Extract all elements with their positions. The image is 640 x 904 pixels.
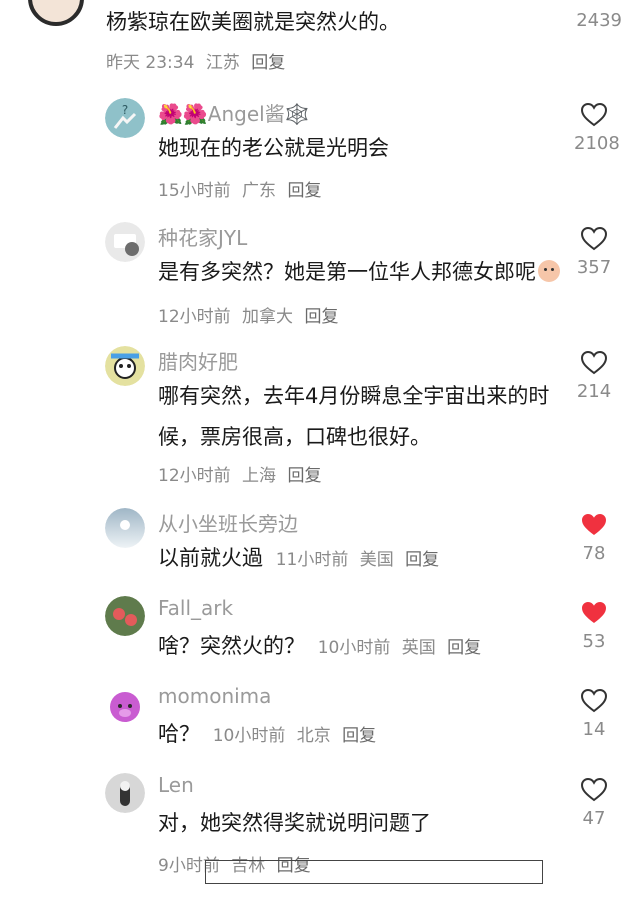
reply-time: 15小时前 — [158, 181, 231, 201]
like-count: 357 — [576, 257, 612, 278]
reply-avatar[interactable] — [105, 773, 145, 813]
reply-location: 北京 — [296, 726, 331, 746]
like-button[interactable]: 357 — [574, 226, 614, 278]
heart-outline-icon — [580, 226, 608, 251]
heart-outline-icon — [580, 688, 608, 713]
reply-content: 以前就火過 11小时前 美国 回复 — [158, 538, 563, 581]
reply-username[interactable]: 🌺🌺Angel酱🕸️ — [158, 98, 310, 127]
reply-content: 哈？ 10小时前 北京 回复 — [158, 714, 563, 757]
reply-time: 12小时前 — [158, 466, 231, 486]
reply-button[interactable]: 回复 — [287, 181, 321, 201]
like-count: 14 — [582, 719, 606, 740]
reply-location: 英国 — [401, 638, 436, 658]
heart-outline-icon — [580, 350, 608, 375]
heart-outline-icon — [580, 777, 608, 802]
like-count: 2108 — [574, 133, 620, 154]
reply-meta: 12小时前 加拿大 回复 — [158, 307, 338, 327]
reply-username[interactable]: Fall_ark — [158, 596, 233, 620]
reply-location: 加拿大 — [242, 307, 294, 327]
reply-content: 对，她突然得奖就说明问题了 — [158, 811, 431, 835]
like-button[interactable]: 214 — [574, 350, 614, 402]
like-button[interactable]: 14 — [574, 688, 614, 740]
reply-content: 哪有突然，去年4月份瞬息全宇宙出来的时候，票房很高，口碑也很好。 — [158, 384, 550, 449]
reply-button[interactable]: 回复 — [287, 466, 321, 486]
like-count: 47 — [582, 808, 606, 829]
reply-content: 啥？突然火的？ 10小时前 英国 回复 — [158, 626, 563, 669]
reply-time: 10小时前 — [212, 726, 286, 746]
top-comment-meta: 昨天 23:34 江苏 回复 — [106, 48, 285, 73]
reply-avatar[interactable] — [105, 596, 145, 636]
reply-username[interactable]: momonima — [158, 684, 271, 708]
heart-outline-icon — [580, 102, 608, 127]
reply-content-text: 啥？突然火的？ — [158, 634, 305, 658]
reply-time: 12小时前 — [158, 307, 231, 327]
top-comment: 杨紫琼在欧美圈就是突然火的。 昨天 23:34 江苏 回复 2439 — [0, 0, 640, 90]
like-count: 78 — [582, 543, 606, 564]
like-button[interactable]: 78 — [574, 512, 614, 564]
reply-button[interactable]: 回复 — [405, 550, 439, 570]
reply-content: 是有多突然？她是第一位华人邦德女郎呢 12小时前 加拿大 回复 — [158, 252, 563, 338]
reply-avatar[interactable] — [105, 346, 145, 386]
reply-content-text: 哈？ — [158, 722, 200, 746]
top-comment-avatar[interactable] — [28, 0, 84, 26]
top-comment-time: 昨天 23:34 — [106, 53, 195, 73]
like-count: 214 — [576, 381, 612, 402]
reply-username[interactable]: 种花家JYL — [158, 222, 247, 251]
top-comment-reply-button[interactable]: 回复 — [251, 53, 285, 73]
reply-avatar[interactable] — [105, 222, 145, 262]
reply-location: 广东 — [242, 181, 277, 201]
like-button[interactable]: 47 — [574, 777, 614, 829]
top-comment-location: 江苏 — [205, 53, 240, 73]
reply-time: 10小时前 — [317, 638, 391, 658]
reply-button[interactable]: 回复 — [304, 307, 338, 327]
reply-content: 她现在的老公就是光明会 — [158, 136, 389, 160]
reply-username[interactable]: Len — [158, 773, 194, 797]
pig-face-emoji-icon — [538, 260, 560, 282]
reply-meta: 12小时前 上海 回复 — [158, 461, 321, 486]
svg-text:?: ? — [122, 103, 128, 117]
reply-meta: 11小时前 美国 回复 — [276, 550, 439, 570]
top-comment-text: 杨紫琼在欧美圈就是突然火的。 — [106, 10, 400, 34]
reply-meta: 10小时前 英国 回复 — [318, 638, 481, 658]
reply-location: 美国 — [359, 550, 394, 570]
like-count: 53 — [582, 631, 606, 652]
reply-avatar[interactable] — [105, 508, 145, 548]
reply-button[interactable]: 回复 — [342, 726, 376, 746]
reply-meta: 15小时前 广东 回复 — [158, 176, 321, 201]
like-button[interactable]: 2108 — [574, 102, 620, 154]
like-button[interactable]: 53 — [574, 600, 614, 652]
heart-filled-icon — [582, 602, 606, 623]
reply-content-text: 以前就火過 — [158, 546, 263, 570]
reply-username[interactable]: 从小坐班长旁边 — [158, 508, 298, 537]
reply-avatar[interactable]: ? — [105, 98, 145, 138]
reply-meta: 10小时前 北京 回复 — [213, 726, 376, 746]
reply-time: 11小时前 — [275, 550, 349, 570]
reply-button[interactable]: 回复 — [447, 638, 481, 658]
reply-username[interactable]: 腊肉好肥 — [158, 346, 238, 375]
overlay-box — [205, 860, 543, 884]
reply-content-text: 是有多突然？她是第一位华人邦德女郎呢 — [158, 260, 536, 284]
top-comment-like-count: 2439 — [576, 10, 622, 31]
reply-avatar[interactable] — [105, 684, 145, 724]
heart-filled-icon — [582, 514, 606, 535]
reply-location: 上海 — [242, 466, 277, 486]
